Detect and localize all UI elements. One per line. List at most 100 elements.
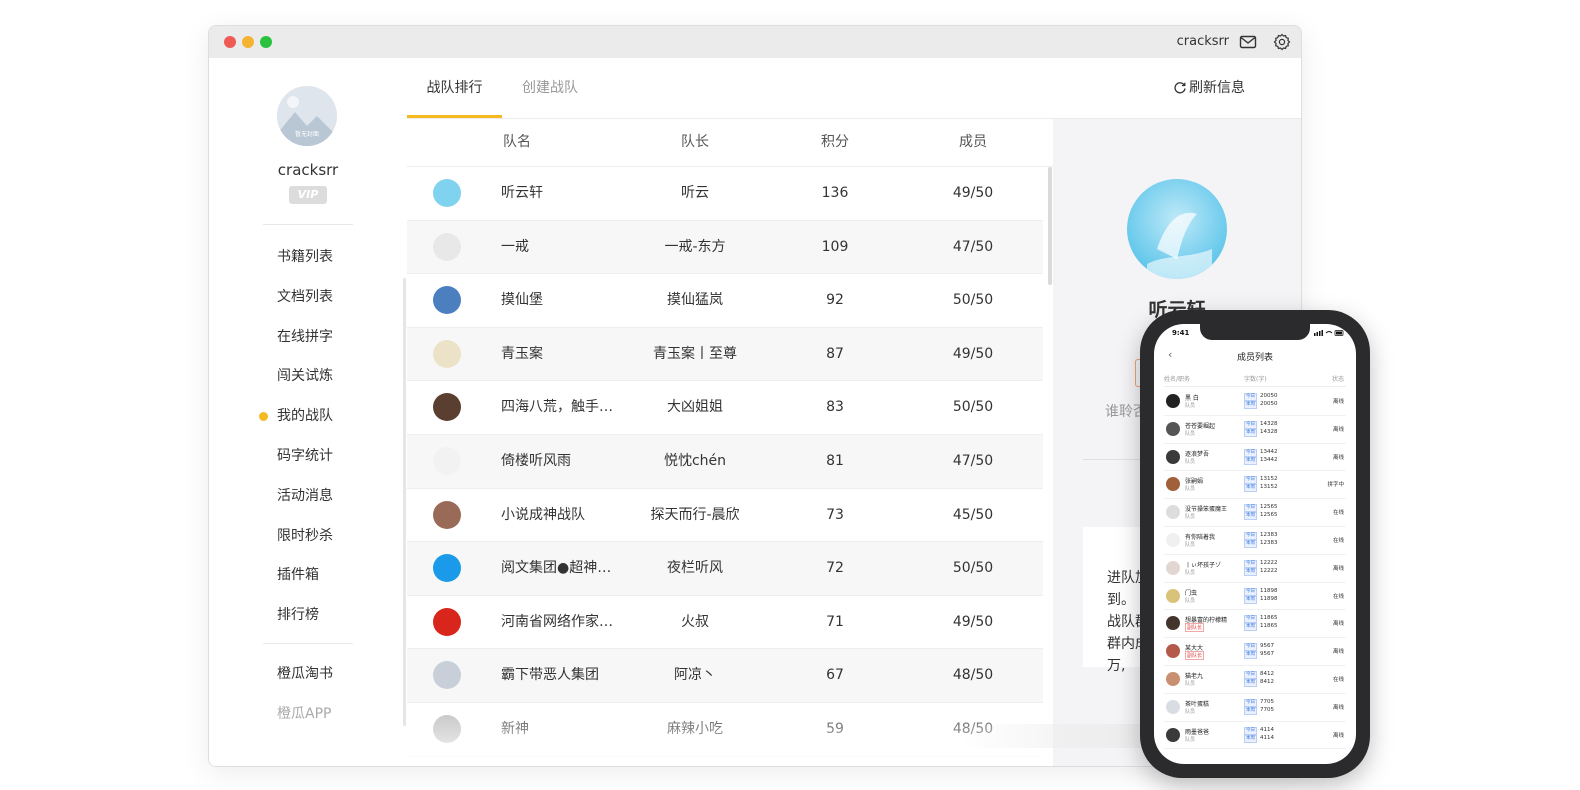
sidebar-item-my-team[interactable]: 我的战队 <box>209 397 407 437</box>
column-header-team-name: 队名 <box>503 134 531 150</box>
member-name: 丨ぃ坏孩子ゾ <box>1185 561 1222 569</box>
member-avatar <box>1166 560 1180 575</box>
maximize-window-button[interactable] <box>260 36 272 48</box>
member-avatar <box>1166 505 1180 520</box>
team-name: 一戒 <box>501 238 529 255</box>
table-row[interactable]: 四海八荒，触手… 大凶姐姐 83 50/50 <box>407 381 1043 435</box>
table-row[interactable]: 河南省网络作家… 火叔 71 49/50 <box>407 596 1043 650</box>
table-row[interactable]: 霸下带恶人集团 阿凉丶 67 48/50 <box>407 649 1043 703</box>
sidebar-item-challenge[interactable]: 闯关试炼 <box>209 357 407 397</box>
team-avatar <box>433 661 461 690</box>
team-avatar <box>433 500 461 529</box>
table-row[interactable]: 一戒 一戒-东方 109 47/50 <box>407 220 1043 275</box>
member-status: 离线 <box>1332 399 1344 405</box>
today-words: 4114 <box>1260 726 1274 733</box>
month-badge: 本周 <box>1244 539 1257 548</box>
today-words: 11865 <box>1260 615 1278 622</box>
sidebar-item-label: 活动消息 <box>277 487 333 504</box>
member-row[interactable]: 想暴富的柠檬精 副队长 今日 本周 11865 11865 离线 <box>1164 610 1346 639</box>
today-badge: 今日 <box>1244 476 1257 485</box>
sidebar-item-typing[interactable]: 在线拼字 <box>209 318 407 358</box>
member-role: 队员 <box>1185 597 1196 604</box>
member-row[interactable]: 门虫 队员 今日 本周 11898 11898 在线 <box>1164 583 1346 611</box>
team-score: 71 <box>826 613 844 630</box>
team-members: 50/50 <box>952 292 994 309</box>
refresh-button[interactable]: 刷新信息 <box>1173 58 1245 118</box>
refresh-icon <box>1174 82 1186 94</box>
sidebar-item-stats[interactable]: 码字统计 <box>209 437 407 477</box>
month-words: 12565 <box>1260 512 1278 519</box>
team-members: 50/50 <box>952 399 994 416</box>
sidebar-menu: 书籍列表 文档列表 在线拼字 闯关试炼 我的战队 码字统计 活动消息 限时秒杀 … <box>209 238 407 636</box>
table-row[interactable]: 听云轩 听云 136 49/50 <box>407 167 1043 221</box>
member-avatar <box>1166 477 1180 492</box>
table-row[interactable]: 小说成神战队 探天而行-晨欣 73 45/50 <box>407 489 1043 543</box>
member-row[interactable]: 逐浪梦吾 队员 今日 本周 13442 13442 离线 <box>1164 444 1346 472</box>
member-name: 逐浪梦吾 <box>1185 450 1210 458</box>
gear-icon[interactable] <box>1273 33 1291 51</box>
member-row[interactable]: 茶叶蛋糕 队员 今日 本周 7705 7705 离线 <box>1164 694 1346 722</box>
user-avatar[interactable]: 暂无封面 <box>277 86 337 146</box>
sidebar-item-plugins[interactable]: 插件箱 <box>209 556 407 596</box>
close-window-button[interactable] <box>224 36 236 48</box>
team-members: 47/50 <box>952 452 994 469</box>
table-row[interactable]: 青玉案 青玉案丨至尊 87 49/50 <box>407 327 1043 382</box>
member-row[interactable]: 丨ぃ坏孩子ゾ 队员 今日 本周 12222 12222 离线 <box>1164 555 1346 583</box>
today-badge: 今日 <box>1244 531 1257 540</box>
today-words: 12222 <box>1260 559 1278 566</box>
mail-icon[interactable] <box>1239 33 1257 51</box>
team-members: 49/50 <box>952 185 994 201</box>
today-badge: 今日 <box>1244 420 1257 429</box>
today-words: 11898 <box>1260 587 1278 594</box>
member-row[interactable]: 没节操笨蛋魔王 队员 今日 本周 12565 12565 在线 <box>1164 499 1346 527</box>
sidebar-item-label: 排行榜 <box>277 607 319 624</box>
today-badge: 今日 <box>1244 587 1257 596</box>
table-row[interactable]: 摸仙堡 摸仙猛岚 92 50/50 <box>407 274 1043 328</box>
member-row[interactable]: 某大大 副队长 今日 本周 9567 9567 离线 <box>1164 638 1346 666</box>
member-row[interactable]: 黑 白队员 今日 本周 20050 20050 离线 <box>1164 388 1346 416</box>
minimize-window-button[interactable] <box>242 36 254 48</box>
member-row[interactable]: 猫老九 队员 今日 本周 8412 8412 在线 <box>1164 666 1346 694</box>
month-badge: 本周 <box>1244 567 1257 576</box>
today-words: 14328 <box>1260 420 1278 427</box>
sidebar-item-messages[interactable]: 活动消息 <box>209 477 407 517</box>
month-badge: 本周 <box>1244 512 1257 521</box>
table-scrollbar[interactable] <box>1048 167 1052 285</box>
team-score: 87 <box>826 345 844 362</box>
team-avatar <box>433 179 461 207</box>
shadow-overlay <box>960 724 1140 748</box>
table-row[interactable]: 阅文集团●超神… 夜栏听风 72 50/50 <box>407 542 1043 596</box>
member-name: 黑 白 <box>1185 395 1199 402</box>
today-words: 12565 <box>1260 504 1278 511</box>
sidebar-item-leaderboard[interactable]: 排行榜 <box>209 596 407 636</box>
member-avatar <box>1166 699 1180 714</box>
sidebar-item-flash-sale[interactable]: 限时秒杀 <box>209 517 407 557</box>
month-words: 8412 <box>1260 678 1274 685</box>
team-leader: 悦忱chén <box>663 452 727 469</box>
sidebar-item-app[interactable]: 橙瓜APP <box>209 694 407 734</box>
table-row[interactable]: 倚楼听风雨 悦忱chén 81 47/50 <box>407 434 1043 489</box>
member-avatar <box>1166 671 1180 686</box>
avatar-caption: 暂无封面 <box>294 131 319 138</box>
tab-create-team[interactable]: 创建战队 <box>522 58 578 118</box>
sidebar-item-books[interactable]: 书籍列表 <box>209 238 407 278</box>
team-detail-avatar <box>1127 179 1227 279</box>
member-row[interactable]: 张嗣娟 队员 今日 本周 13152 13152 拼字中 <box>1164 471 1346 500</box>
today-words: 7705 <box>1260 698 1274 705</box>
team-name: 阅文集团●超神… <box>501 560 612 577</box>
header-status: 状态 <box>1331 376 1344 383</box>
status-icons <box>1314 330 1344 336</box>
sidebar-scrollbar[interactable] <box>403 278 406 726</box>
member-status: 离线 <box>1332 565 1344 572</box>
today-badge: 今日 <box>1244 615 1257 624</box>
sidebar-item-taoshu[interactable]: 橙瓜淘书 <box>209 654 407 694</box>
tab-team-ranking[interactable]: 战队排行 <box>407 58 502 118</box>
member-status: 离线 <box>1332 732 1344 739</box>
titlebar-username[interactable]: cracksrr <box>1177 34 1229 49</box>
sidebar-item-docs[interactable]: 文档列表 <box>209 278 407 318</box>
member-row[interactable]: 有你陪着我 队员 今日 本周 12383 12383 在线 <box>1164 527 1346 555</box>
month-words: 13442 <box>1260 456 1278 463</box>
member-row[interactable]: 苍苍要崛起 队员 今日 本周 14328 14328 离线 <box>1164 416 1346 444</box>
header-name-role: 姓名/职务 <box>1164 376 1191 383</box>
member-row[interactable]: 雨墨爸爸 队员 今日 本周 4114 4114 离线 <box>1164 722 1346 750</box>
